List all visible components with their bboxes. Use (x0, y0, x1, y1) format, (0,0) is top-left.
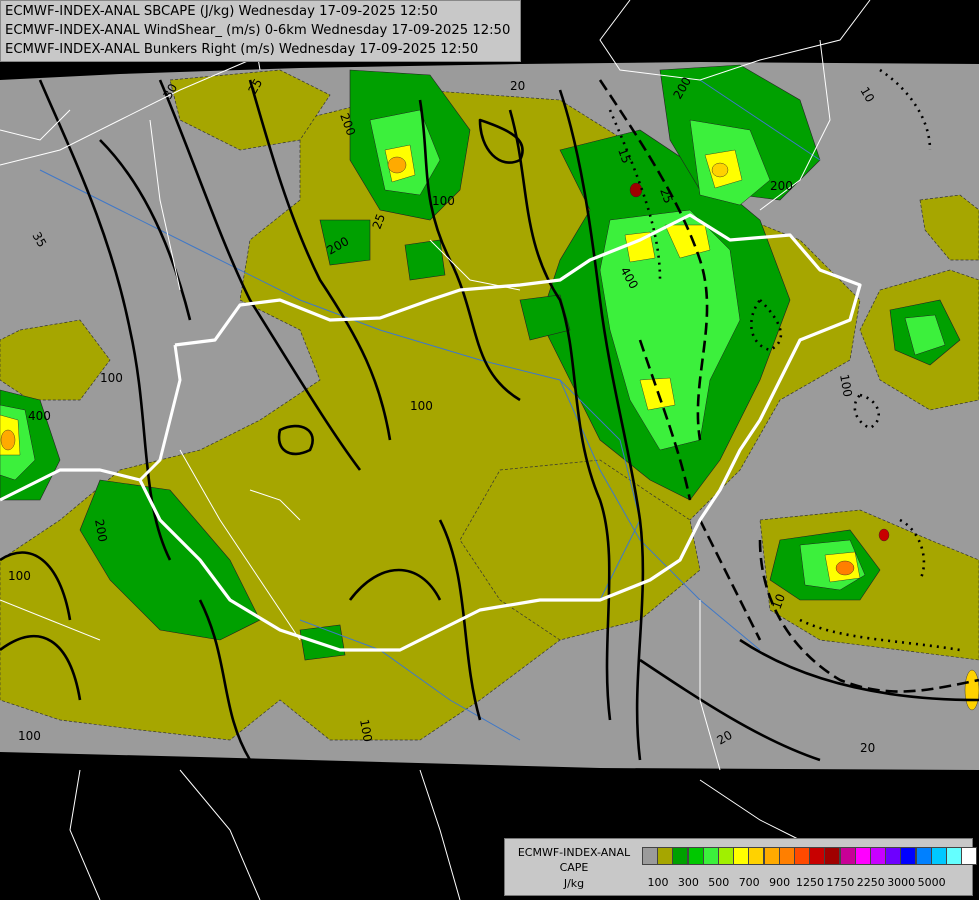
label-cape-100c: 100 (8, 569, 31, 583)
legend-swatch (930, 847, 947, 865)
legend-variable: CAPE (559, 861, 589, 874)
legend-swatch (763, 847, 780, 865)
legend-swatch (961, 847, 978, 865)
legend-swatch (733, 847, 750, 865)
legend-unit: J/kg (563, 877, 585, 890)
label-cape-400b: 400 (28, 409, 51, 423)
legend-swatch (870, 847, 886, 865)
label-shear-20c: 20 (860, 741, 875, 755)
legend-tick-label: 500 (708, 876, 730, 889)
legend-swatch (657, 847, 674, 865)
weather-map: 30 25 35 25 20 15 25 10 20 20 10 100 100… (0, 0, 979, 900)
legend-swatch (854, 847, 871, 865)
legend-swatch (778, 847, 795, 865)
legend-swatch (885, 847, 902, 865)
legend-swatch (809, 847, 826, 865)
legend-tick-label: 300 (677, 876, 699, 889)
label-cape-100g: 100 (432, 194, 455, 208)
legend-swatch (839, 847, 856, 865)
map-title-box: ECMWF-INDEX-ANAL SBCAPE (J/kg) Wednesday… (0, 0, 521, 62)
legend-tick-label: 2250 (856, 876, 885, 889)
legend-title: ECMWF-INDEX-ANAL (517, 846, 631, 859)
legend-swatch (718, 847, 734, 865)
legend-swatch (687, 847, 704, 865)
title-bunkers: ECMWF-INDEX-ANAL Bunkers Right (m/s) Wed… (5, 42, 479, 57)
title-sbcape: ECMWF-INDEX-ANAL SBCAPE (J/kg) Wednesday… (5, 4, 438, 19)
legend-tick-label: 5000 (917, 876, 946, 889)
label-cape-200c: 200 (770, 179, 793, 193)
legend-swatch (748, 847, 765, 865)
label-shear-20: 20 (510, 79, 525, 93)
label-cape-100a: 100 (100, 371, 123, 385)
legend-swatch (900, 847, 917, 865)
legend-swatch (702, 847, 719, 865)
legend-swatch (672, 847, 689, 865)
label-cape-100b: 100 (410, 399, 433, 413)
legend-tick-label: 900 (769, 876, 791, 889)
title-windshear: ECMWF-INDEX-ANAL WindShear_ (m/s) 0-6km … (5, 23, 511, 38)
legend-tick-label: 700 (738, 876, 760, 889)
legend-swatch (824, 847, 841, 865)
legend-tick-label: 100 (647, 876, 669, 889)
label-cape-100d: 100 (18, 729, 41, 743)
legend-swatch (946, 847, 962, 865)
cape-legend: ECMWF-INDEX-ANAL CAPE J/kg 100 300 500 700 9… (504, 838, 978, 896)
legend-tick-label: 1250 (796, 876, 824, 889)
legend-tick-label: 1750 (826, 876, 855, 889)
legend-tick-label: 3000 (887, 876, 916, 889)
legend-swatch (642, 847, 658, 865)
legend-swatch (915, 847, 932, 865)
legend-swatch (794, 847, 810, 865)
